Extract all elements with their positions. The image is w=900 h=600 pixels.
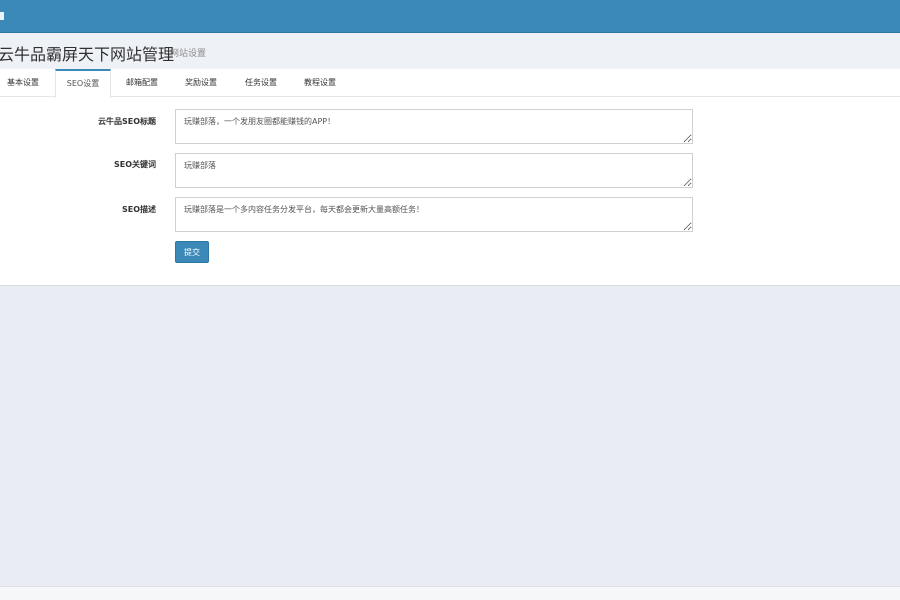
tab-basic-settings[interactable]: 基本设置 (0, 69, 46, 97)
tab-email-config[interactable]: 邮箱配置 (118, 69, 166, 97)
page-header: 云牛品霸屏天下网站管理 网站设置 (0, 33, 900, 69)
top-navbar (0, 0, 900, 33)
page-title: 云牛品霸屏天下网站管理 (0, 45, 175, 64)
seo-title-field[interactable]: 玩赚部落，一个发朋友圈都能赚钱的APP！ (175, 109, 693, 144)
tab-reward-settings[interactable]: 奖励设置 (177, 69, 225, 97)
page-subtitle: 网站设置 (170, 49, 207, 59)
seo-title-label: 云牛品SEO标题 (97, 117, 156, 126)
footer (0, 586, 900, 600)
menu-icon[interactable] (0, 12, 4, 20)
seo-keywords-label: SEO关键词 (113, 160, 156, 169)
seo-description-field[interactable]: 玩赚部落是一个多内容任务分发平台，每天都会更新大量高额任务！ (175, 197, 693, 232)
seo-description-label: SEO描述 (121, 205, 156, 214)
submit-button[interactable]: 提交 (175, 241, 209, 263)
tab-tutorial-settings[interactable]: 教程设置 (296, 69, 344, 97)
tab-task-settings[interactable]: 任务设置 (237, 69, 285, 97)
seo-keywords-field[interactable]: 玩赚部落 (175, 153, 693, 188)
settings-panel: 基本设置 SEO设置 邮箱配置 奖励设置 任务设置 教程设置 云牛品SEO标题 … (0, 69, 900, 286)
tab-seo-settings[interactable]: SEO设置 (55, 69, 111, 98)
settings-tabs: 基本设置 SEO设置 邮箱配置 奖励设置 任务设置 教程设置 (0, 69, 900, 98)
